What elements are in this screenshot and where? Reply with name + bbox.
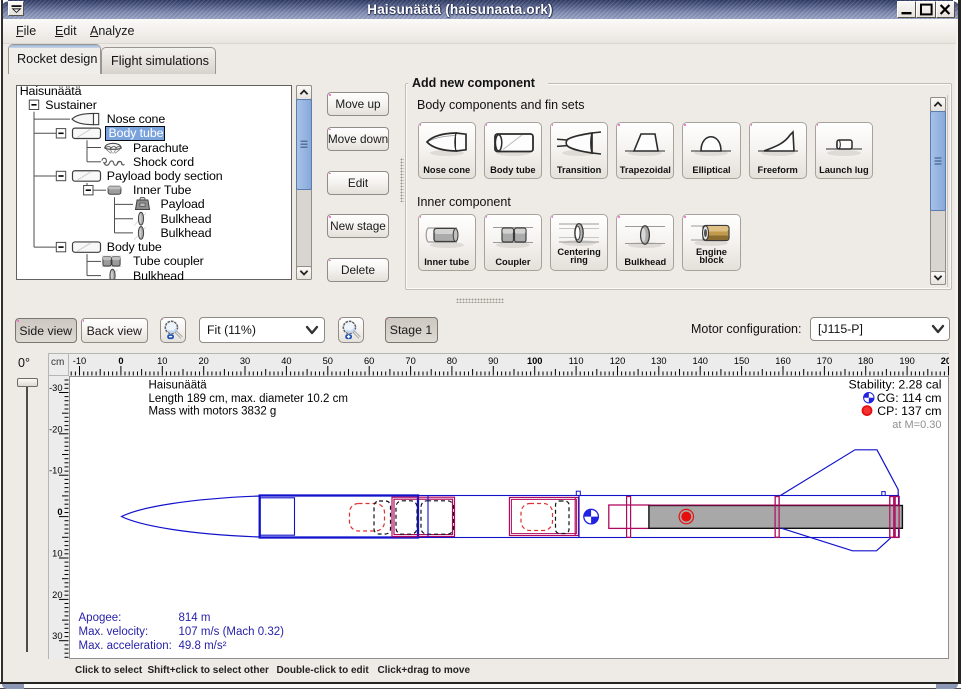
svg-text:140: 140 xyxy=(692,356,708,366)
svg-text:70: 70 xyxy=(405,356,415,366)
svg-text:170: 170 xyxy=(816,356,832,366)
svg-text:100: 100 xyxy=(526,356,542,366)
svg-text:CP: 137 cm: CP: 137 cm xyxy=(877,404,941,418)
svg-text:Mass with motors 3832 g: Mass with motors 3832 g xyxy=(148,406,276,418)
svg-text:110: 110 xyxy=(568,356,583,366)
svg-text:40: 40 xyxy=(281,356,291,366)
svg-text:10: 10 xyxy=(157,356,167,366)
svg-text:10: 10 xyxy=(52,549,62,559)
svg-text:Haisunäätä: Haisunäätä xyxy=(148,380,207,392)
svg-text:107 m/s (Mach 0.32): 107 m/s (Mach 0.32) xyxy=(178,626,284,638)
svg-text:180: 180 xyxy=(857,356,873,366)
svg-text:Max. acceleration:: Max. acceleration: xyxy=(78,640,171,652)
svg-text:190: 190 xyxy=(899,356,915,366)
svg-text:30: 30 xyxy=(239,356,249,366)
svg-text:CG: 114 cm: CG: 114 cm xyxy=(876,391,941,405)
svg-text:49.8 m/s²: 49.8 m/s² xyxy=(178,640,226,652)
svg-text:-10: -10 xyxy=(49,466,62,476)
svg-text:20: 20 xyxy=(198,356,208,366)
svg-text:90: 90 xyxy=(488,356,498,366)
svg-text:130: 130 xyxy=(651,356,667,366)
svg-text:50: 50 xyxy=(322,356,332,366)
svg-text:20: 20 xyxy=(52,590,62,600)
svg-text:-10: -10 xyxy=(72,356,85,366)
svg-text:30: 30 xyxy=(52,631,62,641)
svg-text:-20: -20 xyxy=(49,424,62,434)
svg-text:at M=0.30: at M=0.30 xyxy=(892,419,941,431)
svg-text:Stability: 2.28 cal: Stability: 2.28 cal xyxy=(848,378,941,392)
svg-text:200: 200 xyxy=(940,356,948,366)
svg-text:0: 0 xyxy=(118,356,123,366)
svg-text:-30: -30 xyxy=(49,383,62,393)
svg-text:Max. velocity:: Max. velocity: xyxy=(78,626,148,638)
svg-text:120: 120 xyxy=(609,356,625,366)
svg-text:Apogee:: Apogee: xyxy=(78,612,121,624)
svg-text:814 m: 814 m xyxy=(178,612,210,624)
svg-text:0: 0 xyxy=(57,507,62,517)
svg-text:80: 80 xyxy=(446,356,456,366)
svg-text:Length 189 cm, max. diameter 1: Length 189 cm, max. diameter 10.2 cm xyxy=(148,393,347,405)
svg-text:150: 150 xyxy=(733,356,749,366)
svg-text:60: 60 xyxy=(364,356,374,366)
svg-text:160: 160 xyxy=(775,356,791,366)
